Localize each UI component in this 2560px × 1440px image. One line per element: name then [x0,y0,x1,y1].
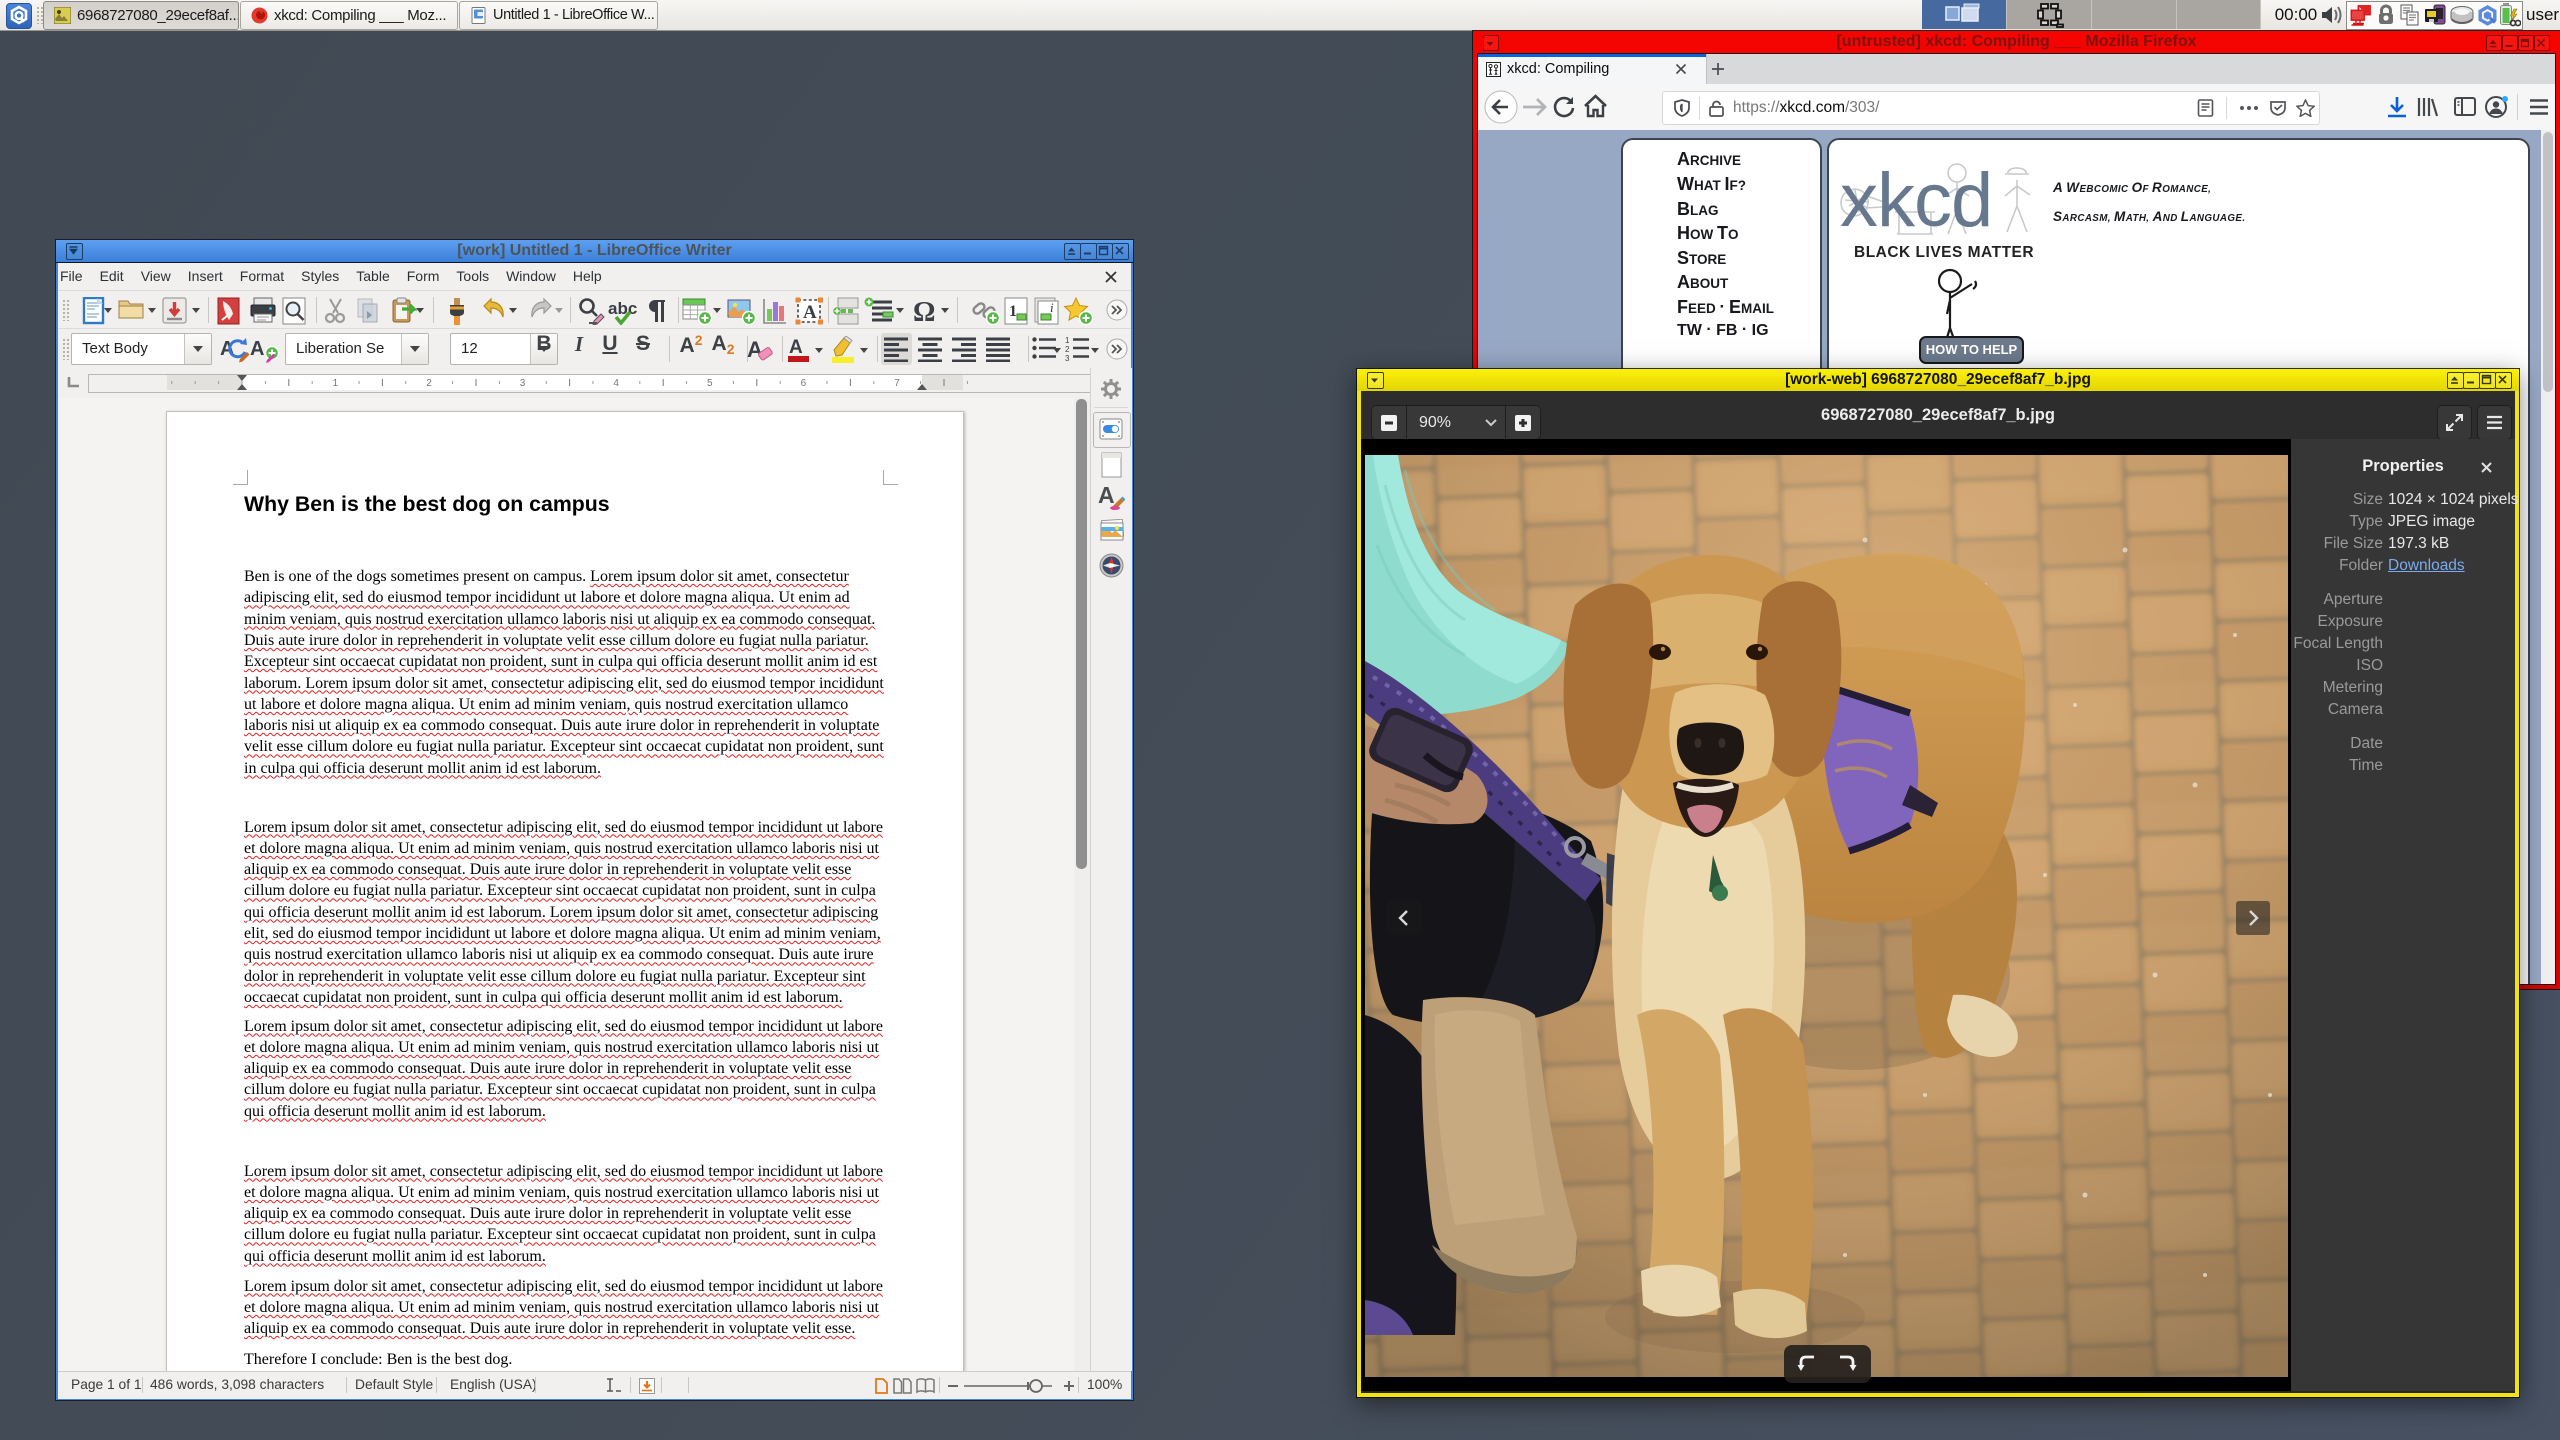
svg-text:3: 3 [520,378,526,389]
svg-text:3: 3 [1065,354,1070,362]
svg-text:Ω: Ω [913,297,935,325]
svg-text:A: A [250,338,264,360]
svg-text:1: 1 [333,378,339,389]
svg-text:4: 4 [613,378,619,389]
svg-text:A: A [1098,482,1115,508]
svg-text:i: i [1050,300,1054,315]
svg-text:2: 2 [1065,345,1070,354]
svg-text:2: 2 [426,378,432,389]
svg-text:6: 6 [801,378,807,389]
svg-text:A: A [803,302,817,323]
svg-text:5: 5 [707,378,713,389]
svg-text:abc: abc [608,299,637,318]
svg-text:A: A [789,337,803,358]
svg-text:7: 7 [894,378,900,389]
svg-text:1: 1 [1009,303,1017,320]
svg-text:1: 1 [1065,336,1070,345]
